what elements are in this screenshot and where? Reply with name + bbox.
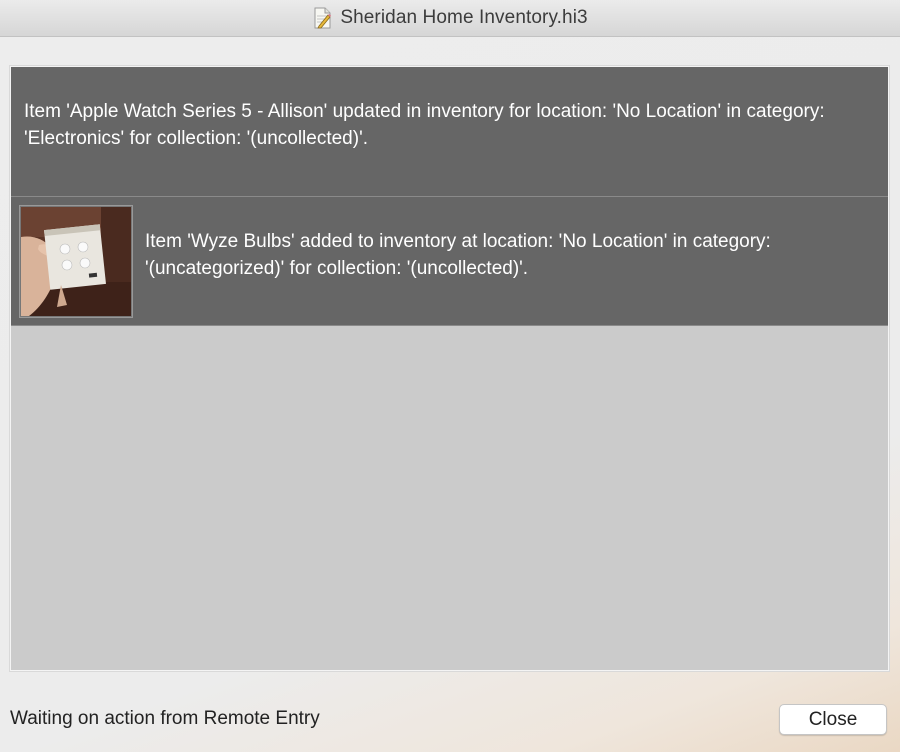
document-icon	[314, 7, 332, 29]
entry-message: Item 'Apple Watch Series 5 - Allison' up…	[24, 100, 825, 149]
item-thumbnail	[19, 204, 133, 318]
title-group: Sheridan Home Inventory.hi3	[312, 7, 588, 29]
wyze-bulbs-photo	[21, 206, 131, 316]
window-title: Sheridan Home Inventory.hi3	[340, 7, 588, 28]
list-item[interactable]: Item 'Wyze Bulbs' added to inventory at …	[11, 197, 888, 326]
status-label: Waiting on action from Remote Entry	[10, 708, 320, 729]
activity-list[interactable]: Item 'Apple Watch Series 5 - Allison' up…	[10, 66, 889, 671]
close-button[interactable]: Close	[779, 704, 887, 735]
list-item[interactable]: Item 'Apple Watch Series 5 - Allison' up…	[11, 67, 888, 197]
entry-message: Item 'Wyze Bulbs' added to inventory at …	[145, 231, 771, 279]
title-bar[interactable]: Sheridan Home Inventory.hi3	[0, 0, 900, 37]
remote-entry-window: Sheridan Home Inventory.hi3 Item 'Apple …	[0, 0, 900, 752]
